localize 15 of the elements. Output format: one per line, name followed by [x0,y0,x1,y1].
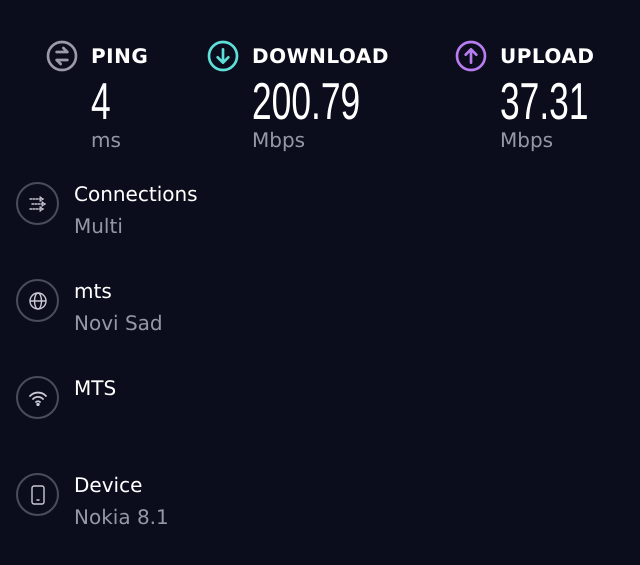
phone-icon [30,484,44,504]
detail-title: MTS [74,376,116,400]
detail-title: mts [74,279,113,303]
detail-subtitle: Multi [74,214,124,238]
swap-arrows-icon [46,40,78,72]
dotted-arrows-icon [28,194,48,212]
wifi-icon [28,390,48,406]
globe-icon [28,290,48,310]
metric-label: PING [91,44,150,68]
metric-label: UPLOAD [500,44,596,68]
detail-subtitle: Nokia 8.1 [74,505,169,529]
detail-title: Device [74,473,144,497]
detail-subtitle: Novi Sad [74,311,163,335]
metric-label: DOWNLOAD [252,44,390,68]
detail-title: Connections [74,182,198,206]
